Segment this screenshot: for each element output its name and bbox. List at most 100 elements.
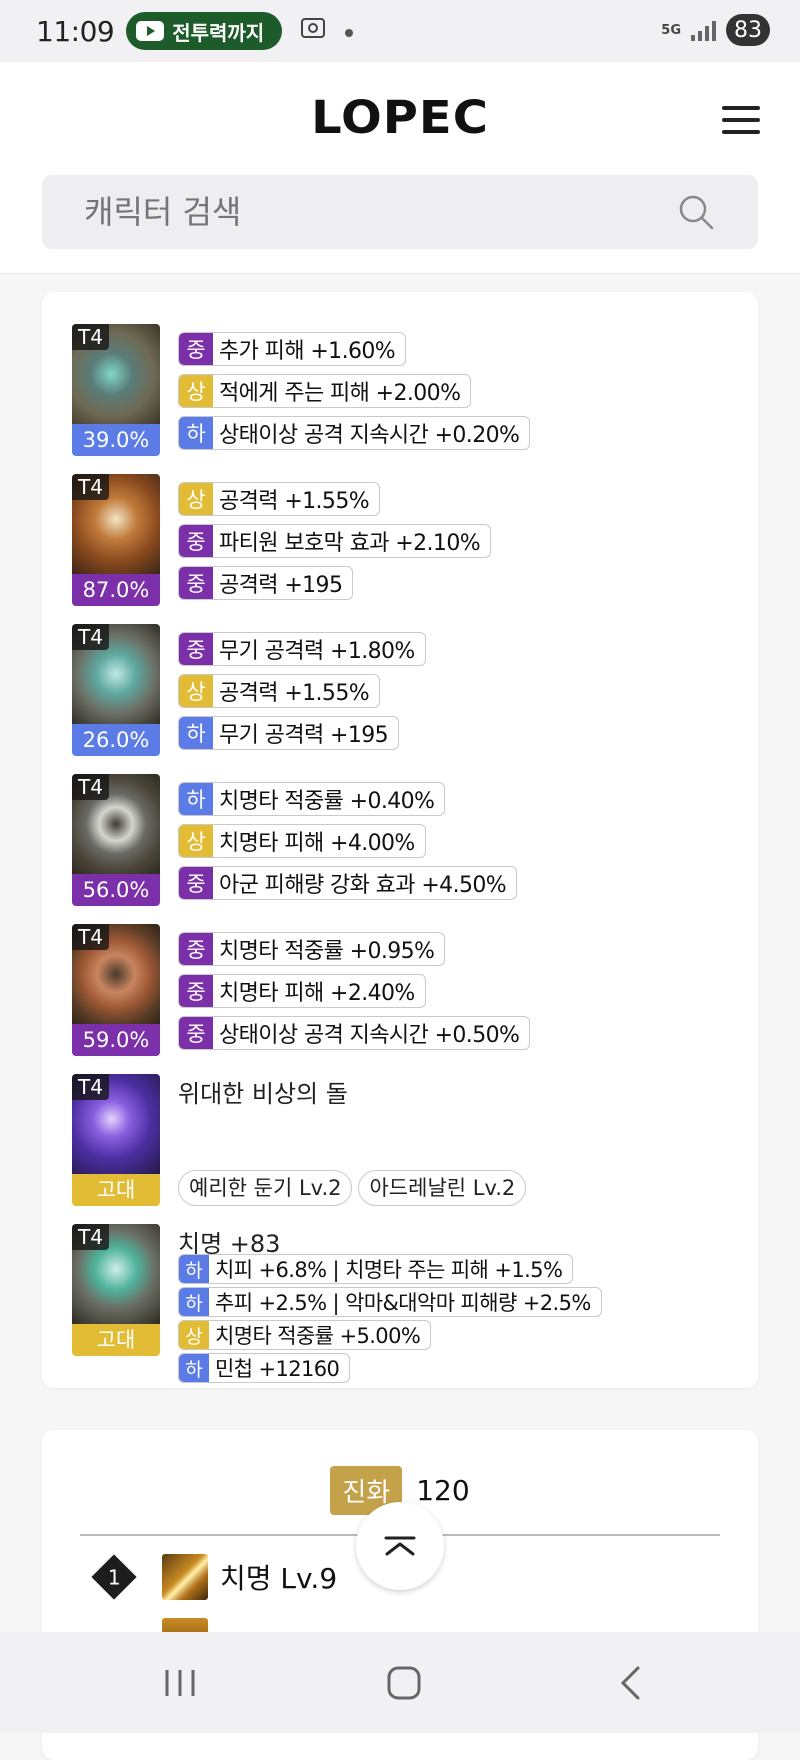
- accessory-card: T4 39.0% 중 추가 피해 +1.60% 상 적에게 주는 피해 +2.00%…: [42, 292, 758, 1388]
- grade-label: 고대: [72, 1324, 160, 1356]
- effect-text: 치명타 적중률 +0.95%: [219, 939, 435, 964]
- grade-badge: 하: [179, 783, 213, 815]
- effect-line: 중 치명타 적중률 +0.95%: [178, 932, 446, 966]
- effect-line: 상 공격력 +1.55%: [178, 482, 381, 516]
- evolution-points: 120: [416, 1474, 470, 1507]
- effect-line: 중 치명타 피해 +2.40%: [178, 974, 426, 1008]
- effect-line: 중 상태이상 공격 지속시간 +0.50%: [178, 1016, 531, 1050]
- screenshot-icon: [300, 16, 326, 46]
- effect-text: 치명타 피해 +4.00%: [219, 831, 415, 856]
- effect-line: 중 무기 공격력 +1.80%: [178, 632, 426, 666]
- grade-badge: 상: [179, 825, 213, 857]
- grade-badge: 상: [179, 483, 213, 515]
- evolution-node-label: 치명 Lv.9: [220, 1562, 338, 1595]
- effect-line: 중 파티원 보호막 효과 +2.10%: [178, 524, 492, 558]
- grade-badge: 중: [179, 525, 213, 557]
- grade-badge: 중: [179, 633, 213, 665]
- notification-text: 전투력까지: [172, 20, 265, 45]
- accessory-thumbnail: T4 56.0%: [72, 774, 160, 906]
- effect-text: 치피 +6.8% | 치명타 주는 피해 +1.5%: [215, 1258, 563, 1282]
- chevron-up-icon: [384, 1536, 416, 1556]
- effect-line: 하 무기 공격력 +195: [178, 716, 400, 750]
- status-time: 11:09: [36, 14, 115, 48]
- stone-name: 위대한 비상의 돌: [178, 1080, 348, 1108]
- effect-text: 추피 +2.5% | 악마&대악마 피해량 +2.5%: [215, 1291, 591, 1315]
- site-logo[interactable]: LOPEC: [0, 91, 800, 144]
- tier-label: T4: [72, 474, 109, 500]
- network-type: 5G: [661, 22, 681, 38]
- home-icon[interactable]: [374, 1662, 434, 1704]
- quality-badge: 26.0%: [72, 724, 160, 756]
- effect-line: 하 치피 +6.8% | 치명타 주는 피해 +1.5%: [178, 1254, 574, 1284]
- back-icon[interactable]: [600, 1662, 660, 1704]
- scroll-to-top-button[interactable]: [356, 1502, 444, 1590]
- grade-badge: 중: [179, 1017, 213, 1049]
- grade-badge: 하: [179, 417, 213, 449]
- effect-text: 무기 공격력 +195: [219, 723, 389, 748]
- hamburger-menu-icon[interactable]: [722, 106, 760, 134]
- evolution-node[interactable]: 1 치명 Lv.9: [91, 1554, 338, 1600]
- grade-badge: 중: [179, 333, 213, 365]
- engraving-chip: 아드레날린 Lv.2: [358, 1170, 527, 1206]
- effect-line: 상 치명타 적중률 +5.00%: [178, 1320, 432, 1350]
- grade-badge: 중: [179, 933, 213, 965]
- effect-text: 아군 피해량 강화 효과 +4.50%: [219, 873, 507, 898]
- tier-label: T4: [72, 324, 109, 350]
- accessory-thumbnail: T4 39.0%: [72, 324, 160, 456]
- grade-badge: 하: [179, 1255, 209, 1283]
- android-nav-bar: [0, 1632, 800, 1733]
- grade-badge: 중: [179, 567, 213, 599]
- grade-badge: 중: [179, 867, 213, 899]
- battery-indicator: 83: [726, 14, 770, 46]
- tier-label: T4: [72, 924, 109, 950]
- effect-text: 상태이상 공격 지속시간 +0.20%: [219, 423, 520, 448]
- accessory-thumbnail: T4 59.0%: [72, 924, 160, 1056]
- character-search-input[interactable]: [84, 193, 676, 231]
- grade-badge: 중: [179, 975, 213, 1007]
- character-search-bar[interactable]: [42, 175, 758, 249]
- effect-text: 무기 공격력 +1.80%: [219, 639, 415, 664]
- effect-text: 공격력 +195: [219, 573, 343, 598]
- tier-label: T4: [72, 1074, 109, 1100]
- effect-line: 하 민첩 +12160: [178, 1353, 351, 1383]
- search-icon[interactable]: [676, 192, 716, 232]
- site-header: LOPEC: [0, 62, 800, 274]
- effect-line: 상 적에게 주는 피해 +2.00%: [178, 374, 472, 408]
- effect-text: 적에게 주는 피해 +2.00%: [219, 381, 461, 406]
- stone-thumbnail: T4 고대: [72, 1074, 160, 1206]
- tier-label: T4: [72, 624, 109, 650]
- effect-text: 치명타 적중률 +5.00%: [215, 1324, 421, 1348]
- effect-text: 상태이상 공격 지속시간 +0.50%: [219, 1023, 520, 1048]
- bracelet-thumbnail: T4 고대: [72, 1224, 160, 1356]
- accessory-thumbnail: T4 87.0%: [72, 474, 160, 606]
- tier-label: T4: [72, 1224, 109, 1250]
- tier-diamond-icon: 1: [91, 1554, 137, 1600]
- quality-badge: 39.0%: [72, 424, 160, 456]
- effect-text: 치명타 피해 +2.40%: [219, 981, 415, 1006]
- grade-badge: 하: [179, 1354, 209, 1382]
- effect-line: 중 추가 피해 +1.60%: [178, 332, 407, 366]
- recent-apps-icon[interactable]: [150, 1662, 210, 1704]
- effect-text: 공격력 +1.55%: [219, 489, 370, 514]
- effect-text: 치명타 적중률 +0.40%: [219, 789, 435, 814]
- effect-text: 추가 피해 +1.60%: [219, 339, 396, 364]
- grade-label: 고대: [72, 1174, 160, 1206]
- effect-line: 하 상태이상 공격 지속시간 +0.20%: [178, 416, 531, 450]
- effect-text: 민첩 +12160: [215, 1357, 340, 1381]
- engraving-chip: 예리한 둔기 Lv.2: [178, 1170, 353, 1206]
- grade-badge: 하: [179, 717, 213, 749]
- effect-text: 공격력 +1.55%: [219, 681, 370, 706]
- crit-skill-icon: [162, 1554, 208, 1600]
- youtube-notification-pill[interactable]: 전투력까지: [126, 12, 283, 50]
- grade-badge: 상: [179, 675, 213, 707]
- effect-line: 하 추피 +2.5% | 악마&대악마 피해량 +2.5%: [178, 1287, 602, 1317]
- grade-badge: 하: [179, 1288, 209, 1316]
- status-bar: 11:09 전투력까지 5G 83: [0, 0, 800, 62]
- effect-text: 파티원 보호막 효과 +2.10%: [219, 531, 481, 556]
- effect-line: 상 치명타 피해 +4.00%: [178, 824, 426, 858]
- quality-badge: 59.0%: [72, 1024, 160, 1056]
- accessory-thumbnail: T4 26.0%: [72, 624, 160, 756]
- quality-badge: 56.0%: [72, 874, 160, 906]
- quality-badge: 87.0%: [72, 574, 160, 606]
- signal-icon: [691, 19, 716, 41]
